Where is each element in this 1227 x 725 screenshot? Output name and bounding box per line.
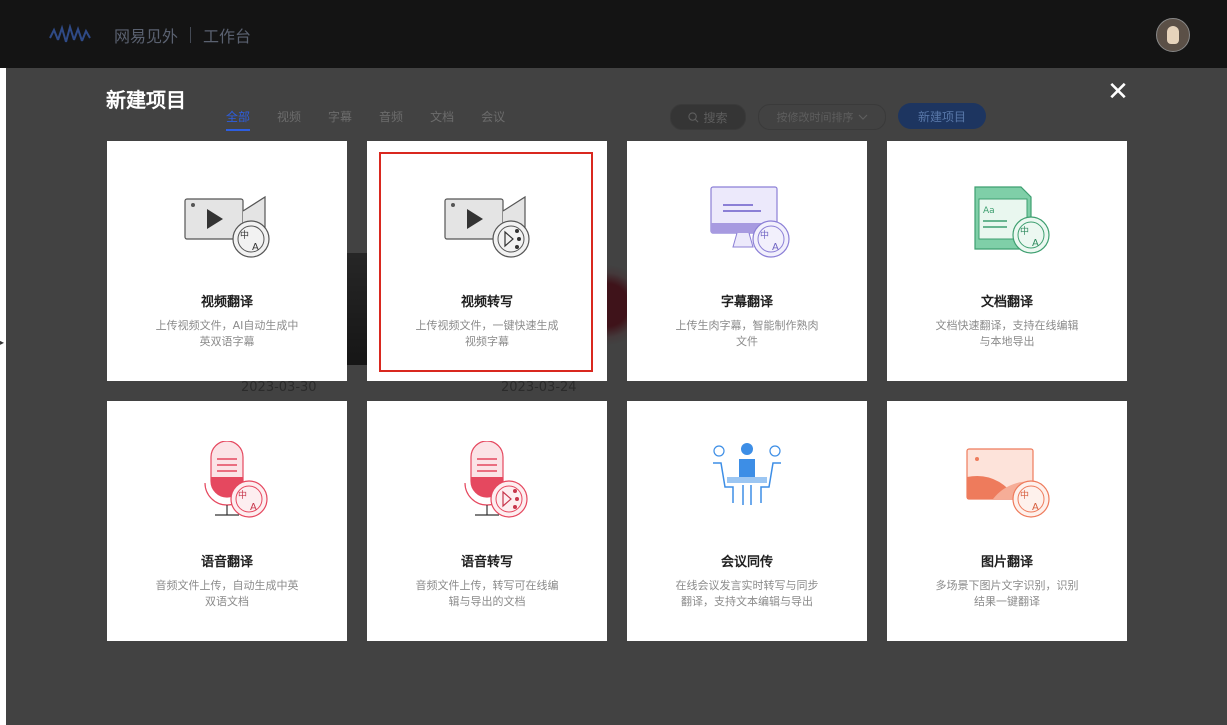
search-input[interactable]: 搜索 (670, 104, 746, 130)
card-title: 视频转写 (460, 295, 513, 310)
close-icon[interactable]: ✕ (1104, 78, 1132, 106)
svg-text:Aa: Aa (983, 206, 995, 216)
tab-meeting[interactable]: 会议 (481, 108, 505, 125)
card-description: 音频文件上传，自动生成中英双语文档 (155, 579, 299, 608)
modal-title: 新建项目 (106, 88, 186, 112)
card-description: 上传视频文件，一键快速生成视频字幕 (415, 319, 559, 348)
subtitle-translate-icon: 中 A (710, 186, 790, 258)
card-audio-translate[interactable]: 中 A 语音翻译 音频文件上传，自动生成中英双语文档 (107, 401, 347, 641)
sort-dropdown[interactable]: 按修改时间排序 (758, 104, 886, 130)
card-document-translate[interactable]: Aa 中 A 文档翻译 文档快速翻译，支持在线编辑与本地导出 (887, 141, 1127, 381)
card-description: 文档快速翻译，支持在线编辑与本地导出 (935, 319, 1079, 348)
svg-text:A: A (252, 242, 259, 253)
svg-text:中: 中 (238, 489, 247, 501)
card-description: 在线会议发言实时转写与同步翻译，支持文本编辑与导出 (675, 579, 819, 608)
workbench-link[interactable]: 工作台 (203, 23, 251, 47)
card-title: 文档翻译 (980, 295, 1033, 310)
search-label: 搜索 (703, 110, 728, 125)
tab-video[interactable]: 视频 (277, 108, 301, 125)
card-title: 图片翻译 (980, 555, 1033, 570)
left-arrow-icon: ▸ (0, 338, 5, 347)
avatar[interactable] (1156, 18, 1190, 52)
tab-document[interactable]: 文档 (430, 108, 454, 125)
svg-text:A: A (1032, 238, 1039, 249)
card-subtitle-translate[interactable]: 中 A 字幕翻译 上传生肉字幕，智能制作熟肉文件 (627, 141, 867, 381)
card-description: 音频文件上传，转写可在线编辑与导出的文档 (415, 579, 559, 608)
card-video-translate[interactable]: 中 A 视频翻译 上传视频文件，AI自动生成中英双语字幕 (107, 141, 347, 381)
svg-text:A: A (772, 242, 779, 253)
brand-name: 网易见外 (114, 27, 179, 46)
logo[interactable]: 网易见外 工作台 (48, 22, 251, 48)
card-image-translate[interactable]: 中 A 图片翻译 多场景下图片文字识别，识别结果一键翻译 (887, 401, 1127, 641)
top-bar: 网易见外 工作台 (0, 0, 1227, 68)
category-tabs: 全部 视频 字幕 音频 文档 会议 (226, 108, 532, 131)
svg-text:中: 中 (760, 229, 769, 241)
card-description: 多场景下图片文字识别，识别结果一键翻译 (935, 579, 1079, 608)
brand-logo-icon (49, 24, 91, 43)
card-title: 语音翻译 (200, 555, 253, 570)
audio-transcribe-icon (464, 441, 528, 518)
video-translate-icon: 中 A (184, 195, 270, 258)
chevron-down-icon (858, 114, 867, 120)
svg-text:中: 中 (240, 229, 249, 241)
header-divider (190, 27, 192, 43)
svg-text:A: A (250, 502, 257, 513)
tab-subtitle[interactable]: 字幕 (328, 108, 352, 125)
card-description: 上传生肉字幕，智能制作熟肉文件 (675, 319, 819, 348)
card-description: 上传视频文件，AI自动生成中英双语字幕 (155, 319, 299, 348)
sort-label: 按修改时间排序 (776, 111, 854, 124)
svg-text:中: 中 (1020, 225, 1029, 237)
meeting-interpretation-icon (713, 443, 781, 505)
tab-audio[interactable]: 音频 (379, 108, 403, 125)
tab-all[interactable]: 全部 (226, 108, 251, 131)
audio-translate-icon: 中 A (204, 441, 268, 518)
card-video-transcribe[interactable]: 视频转写 上传视频文件，一键快速生成视频字幕 (367, 141, 607, 381)
svg-text:A: A (1032, 502, 1039, 513)
card-meeting-interpretation[interactable]: 会议同传 在线会议发言实时转写与同步翻译，支持文本编辑与导出 (627, 401, 867, 641)
card-title: 字幕翻译 (720, 295, 773, 310)
card-title: 视频翻译 (200, 295, 253, 310)
video-transcribe-icon (444, 195, 530, 258)
document-translate-icon: Aa 中 A (974, 186, 1050, 254)
card-title: 会议同传 (720, 555, 773, 570)
svg-text:中: 中 (1020, 489, 1029, 501)
image-translate-icon: 中 A (966, 448, 1050, 518)
card-title: 语音转写 (460, 555, 513, 570)
new-project-button[interactable]: 新建项目 (898, 103, 986, 129)
search-icon (688, 111, 699, 122)
card-audio-transcribe[interactable]: 语音转写 音频文件上传，转写可在线编辑与导出的文档 (367, 401, 607, 641)
